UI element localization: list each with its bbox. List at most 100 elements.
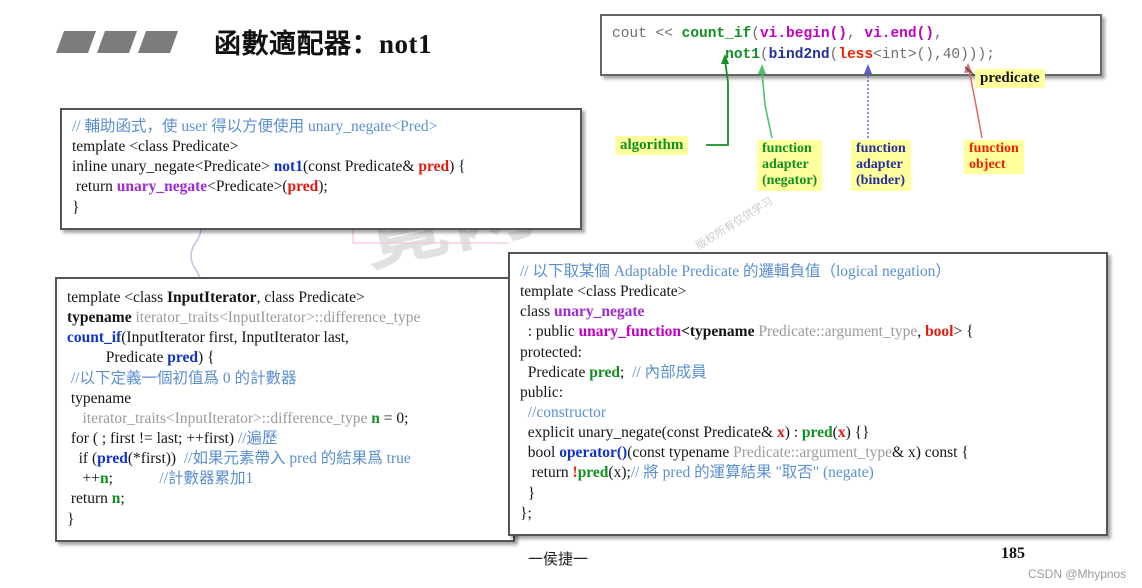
code-line: template <class InputIterator, class Pre… [67,288,505,308]
code-token: // 以下取某個 Adaptable Predicate 的邏輯負值（logic… [520,263,951,280]
code-line: //constructor [520,403,1098,423]
code-token: : public [520,323,579,341]
code-token: ( [759,47,769,64]
code-line: public: [520,383,1098,403]
code-token: // 內部成員 [632,363,707,381]
code-token: pred [287,178,319,196]
code-token: } [520,484,536,502]
code-token: pred [97,450,128,468]
code-line: : public unary_function<typename Predica… [520,322,1098,342]
csdn-attribution: CSDN @Mhypnos [1028,567,1127,581]
code-line: Predicate pred) { [67,348,505,368]
code-line: //以下定義一個初值爲 0 的計數器 [67,369,505,389]
code-line: protected: [520,343,1098,363]
code-token: operator() [559,444,628,462]
title-label: 函數適配器：not1 [214,29,433,59]
code-token: //以下定義一個初值爲 0 的計數器 [67,369,297,387]
code-token: ) { [198,349,215,367]
code-token: x [776,424,785,442]
code-token: > { [953,323,974,341]
page-number: 185 [1001,545,1025,562]
code-token: ; [120,490,125,508]
code-line: return !pred(x);// 將 pred 的運算結果 "取否" (ne… [520,463,1098,483]
code-token: pred [167,349,199,367]
code-token: user [181,118,208,135]
code-token: count_if [67,329,122,347]
code-token: typename [67,389,132,407]
code-token: unary_negate [116,178,208,196]
code-token: //遍歷 [237,429,278,447]
unary-negate-code-box: // 以下取某個 Adaptable Predicate 的邏輯負值（logic… [508,252,1108,536]
code-token: } [72,198,80,216]
code-token: typename [67,309,136,327]
code-token: bind2nd [768,47,830,64]
snippet-line: not1(bind2nd(less<int>(),40))); [612,45,1094,66]
code-token: ) { [449,158,466,176]
code-line: for ( ; first != last; ++first) //遍歷 [67,429,505,449]
code-token: cout << [612,26,682,42]
code-token: , [917,323,926,341]
watermark-small: 版权所有仅供学习 [694,195,776,253]
code-token: iterator_traits<InputIterator>::differen… [82,409,372,427]
code-token: ( [829,47,839,64]
callout-function-object: function object [964,140,1024,175]
code-token: vi.end() [864,26,934,42]
code-line: // 輔助函式，使 user 得以方便使用 unary_negate<Pred> [72,117,572,137]
code-line: Predicate pred; // 內部成員 [520,363,1098,383]
code-line: return unary_negate<Predicate>(pred); [72,177,572,197]
code-token: , [846,26,865,42]
code-token: , [934,26,943,42]
code-token: <int>(),40))); [873,47,995,64]
bullet-square-icon [96,30,138,53]
code-line: iterator_traits<InputIterator>::differen… [67,409,505,429]
code-token: Predicate::argument_type [733,444,893,462]
code-token: ; [108,470,160,488]
snippet-line: cout << count_if(vi.begin(), vi.end(), [612,24,1094,45]
code-token: return [67,490,112,508]
code-token: public: [520,383,564,401]
code-token: return [520,464,573,482]
code-token: unary_negate [554,303,645,321]
code-line: typename iterator_traits<InputIterator>:… [67,308,505,328]
code-line: template <class Predicate> [520,282,1098,302]
code-token: (x); [608,464,631,482]
bullet-square-icon [137,30,179,53]
code-line: class unary_negate [520,302,1098,322]
code-token: unary_function [578,323,682,341]
callout-predicate: predicate [975,69,1045,89]
bullet-marks [55,30,179,53]
code-token: InputIterator [167,289,257,306]
code-token: class [520,303,555,321]
code-token: return [72,178,117,196]
code-token: ); [318,178,328,196]
code-line: ++n; //計數器累加1 [67,469,505,489]
code-token: not1 [273,158,303,176]
code-token: inline unary_negate<Predicate> [72,158,274,176]
code-token: not1 [725,47,760,64]
code-token: explicit unary_negate(const Predicate& [520,424,777,442]
code-token: //constructor [520,403,607,421]
code-line: count_if(InputIterator first, InputItera… [67,328,505,348]
code-token: ) {} [845,424,870,442]
code-token: = 0; [379,409,409,427]
code-token: (const Predicate& [302,158,419,176]
code-token: Predicate::argument_type [758,323,918,341]
page-title: 函數適配器：not1 [55,22,433,61]
not1-helper-code-box: // 輔助函式，使 user 得以方便使用 unary_negate<Pred>… [60,108,582,230]
code-token: count_if [681,26,752,42]
code-token: // 輔助函式，使 [72,118,182,135]
code-token: , class Predicate> [256,289,365,306]
usage-snippet-box: cout << count_if(vi.begin(), vi.end(), n… [600,14,1102,77]
code-token: }; [520,504,532,522]
code-token: 得以方便使用 unary_negate<Pred> [207,118,438,135]
code-token: ( [751,26,760,42]
code-token: pred [589,363,621,381]
code-line: bool operator()(const typename Predicate… [520,443,1098,463]
code-line: template <class Predicate> [72,137,572,157]
code-token: pred [577,464,609,482]
code-token: less [838,47,874,64]
code-token: ++ [67,470,100,488]
code-token: vi.begin() [759,26,847,42]
code-line: return n; [67,489,505,509]
